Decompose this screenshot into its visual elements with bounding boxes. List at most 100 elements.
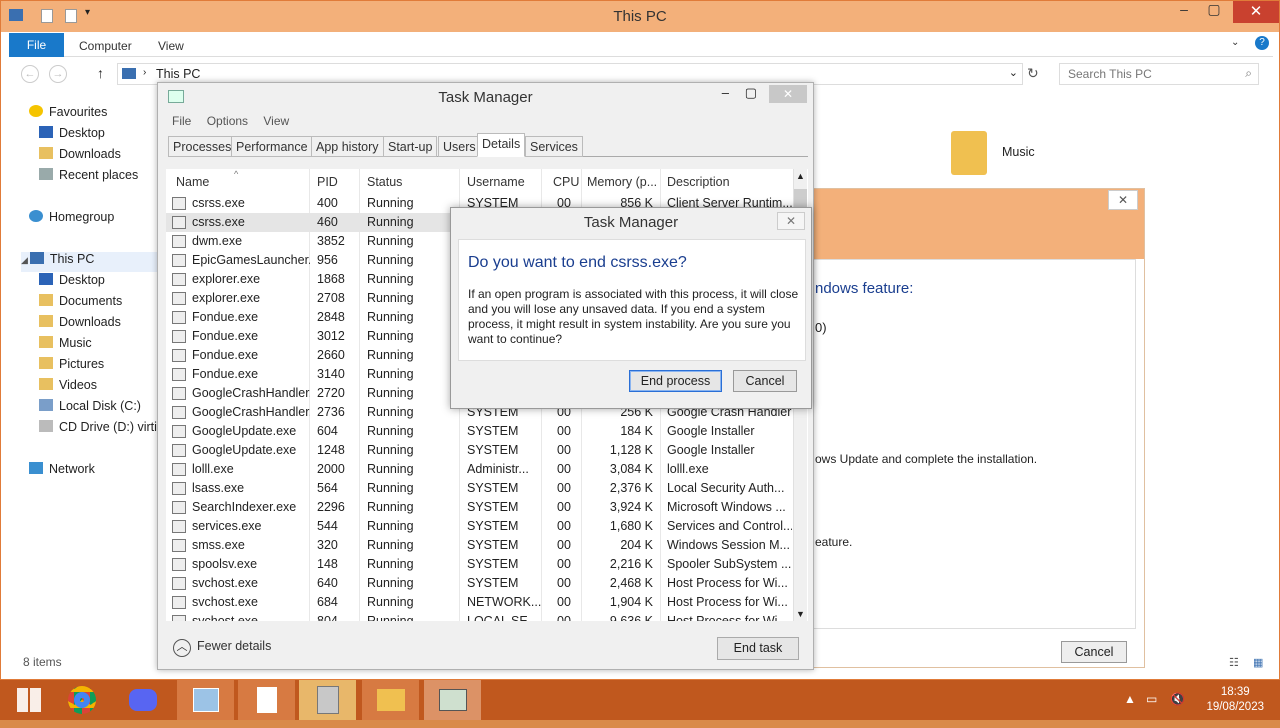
table-row[interactable]: spoolsv.exe 148 Running SYSTEM 00 2,216 K Spoo… [166,555,796,574]
table-row[interactable]: svchost.exe 684 Running NETWORK... 00 1,904 K… [166,593,796,612]
tab-start-up[interactable]: Start-up [383,136,438,157]
maximize-button[interactable]: ▢ [1199,1,1229,23]
process-icon [172,501,186,514]
end-process-button[interactable]: End process [629,370,722,392]
clock[interactable]: 18:39 19/08/2023 [1206,685,1264,715]
ribbon-computer-tab[interactable]: Computer [79,39,132,53]
downloads-folder-icon [39,315,53,327]
this-pc-icon [122,68,136,79]
breadcrumb-chevron-icon: › [143,67,147,78]
nav-cd-drive[interactable]: CD Drive (D:) virtio [39,420,161,440]
ribbon-file-tab[interactable]: File [9,33,64,57]
table-row[interactable]: services.exe 544 Running SYSTEM 00 1,680 K Ser… [166,517,796,536]
nav-videos[interactable]: Videos [39,378,97,398]
table-row[interactable]: svchost.exe 804 Running LOCAL SE... 00 9,636 … [166,612,796,621]
refresh-icon[interactable]: ↻ [1027,65,1039,82]
nav-local-disk[interactable]: Local Disk (C:) [39,399,141,419]
fewer-details-button[interactable]: ︿ Fewer details [173,639,271,657]
tm-menu-options[interactable]: Options [207,114,248,128]
background-dialog-close-button[interactable]: ✕ [1108,190,1138,210]
taskbar-file-explorer[interactable] [362,680,419,720]
tab-performance[interactable]: Performance [231,136,313,157]
minimize-button[interactable]: – [1169,1,1199,23]
start-button[interactable] [0,680,57,720]
expand-ribbon-icon[interactable]: ⌄ [1231,37,1239,48]
table-row[interactable]: GoogleUpdate.exe 604 Running SYSTEM 00 184 K G… [166,422,796,441]
taskbar-task-manager[interactable] [424,680,481,720]
nav-music[interactable]: Music [39,336,92,356]
nav-desktop[interactable]: Desktop [39,126,105,146]
table-row[interactable]: SearchIndexer.exe 2296 Running SYSTEM 00 3,92… [166,498,796,517]
dialog-close-button[interactable]: ✕ [777,212,805,230]
forward-button[interactable]: → [49,65,67,83]
end-task-button[interactable]: End task [717,637,799,660]
music-folder[interactable]: Music [951,129,1061,177]
volume-muted-icon[interactable]: 🔇 [1170,692,1185,706]
tm-close-button[interactable]: ✕ [769,85,807,103]
taskbar-control-panel[interactable] [177,680,234,720]
ribbon-view-tab[interactable]: View [158,39,184,53]
cell-name: Fondue.exe [192,367,259,381]
col-memory[interactable]: Memory (p... [587,175,657,189]
expand-arrow-icon[interactable]: ◢ [21,255,28,265]
col-pid[interactable]: PID [317,175,338,189]
large-icons-view-icon[interactable]: ▦ [1253,656,1263,669]
taskbar-discord[interactable] [114,680,171,720]
tm-maximize-button[interactable]: ▢ [745,85,757,101]
taskbar-archive[interactable] [299,680,356,720]
table-row[interactable]: lsass.exe 564 Running SYSTEM 00 2,376 K Local … [166,479,796,498]
nav-this-pc[interactable]: ◢ This PC [21,252,161,272]
tab-users[interactable]: Users [438,136,481,157]
tm-menu-file[interactable]: File [172,114,191,128]
nav-pc-downloads[interactable]: Downloads [39,315,121,335]
explorer-titlebar[interactable]: ▾ This PC – ▢ ✕ [1,1,1279,32]
col-username[interactable]: Username [467,175,525,189]
nav-downloads[interactable]: Downloads [39,147,121,167]
taskbar-notepad[interactable] [238,680,295,720]
nav-favourites[interactable]: Favourites [29,105,107,125]
search-input[interactable]: Search This PC ⌕ [1059,63,1259,85]
up-arrow-icon[interactable]: ↑ [97,65,104,81]
col-description[interactable]: Description [667,175,730,189]
tm-minimize-button[interactable]: – [722,85,729,100]
nav-network[interactable]: Network [29,462,95,482]
tab-app-history[interactable]: App history [311,136,384,157]
nav-pc-desktop[interactable]: Desktop [39,273,105,293]
table-row[interactable]: GoogleUpdate.exe 1248 Running SYSTEM 00 1,128… [166,441,796,460]
breadcrumb[interactable]: This PC [156,67,200,81]
close-button[interactable]: ✕ [1233,1,1279,23]
details-view-icon[interactable]: ☷ [1229,656,1239,669]
dialog-cancel-button[interactable]: Cancel [733,370,797,392]
cell-name: lsass.exe [192,481,245,495]
table-row[interactable]: smss.exe 320 Running SYSTEM 00 204 K Windows S… [166,536,796,555]
cell-status: Running [367,329,414,343]
network-tray-icon[interactable]: ▭ [1146,692,1157,706]
help-icon[interactable]: ? [1255,36,1269,50]
scroll-up-icon[interactable]: ▲ [796,171,805,181]
table-row[interactable]: lolll.exe 2000 Running Administr... 00 3,084 … [166,460,796,479]
show-hidden-icons[interactable]: ▲ [1124,692,1136,706]
background-cancel-button[interactable]: Cancel [1061,641,1127,663]
nav-documents[interactable]: Documents [39,294,122,314]
col-cpu[interactable]: CPU [553,175,579,189]
tab-services[interactable]: Services [525,136,583,157]
address-dropdown-icon[interactable]: ⌄ [1009,66,1018,79]
task-manager-title: Task Manager [438,89,533,106]
tab-processes[interactable]: Processes [168,136,237,157]
scroll-down-icon[interactable]: ▼ [796,609,805,619]
col-name[interactable]: Name [176,175,209,189]
cell-cpu: 00 [557,538,571,552]
col-status[interactable]: Status [367,175,402,189]
taskbar-chrome[interactable] [53,680,110,720]
nav-pictures[interactable]: Pictures [39,357,104,377]
nav-recent-places[interactable]: Recent places [39,168,138,188]
cell-name: explorer.exe [192,291,261,305]
table-row[interactable]: svchost.exe 640 Running SYSTEM 00 2,468 K Host… [166,574,796,593]
task-manager-titlebar[interactable]: Task Manager – ▢ ✕ [158,83,813,111]
tm-menu-view[interactable]: View [263,114,289,128]
nav-homegroup[interactable]: Homegroup [29,210,114,230]
tab-details[interactable]: Details [477,133,526,157]
search-icon[interactable]: ⌕ [1245,66,1252,81]
update-text: ows Update and complete the installation… [815,452,1038,466]
back-button[interactable]: ← [21,65,39,83]
